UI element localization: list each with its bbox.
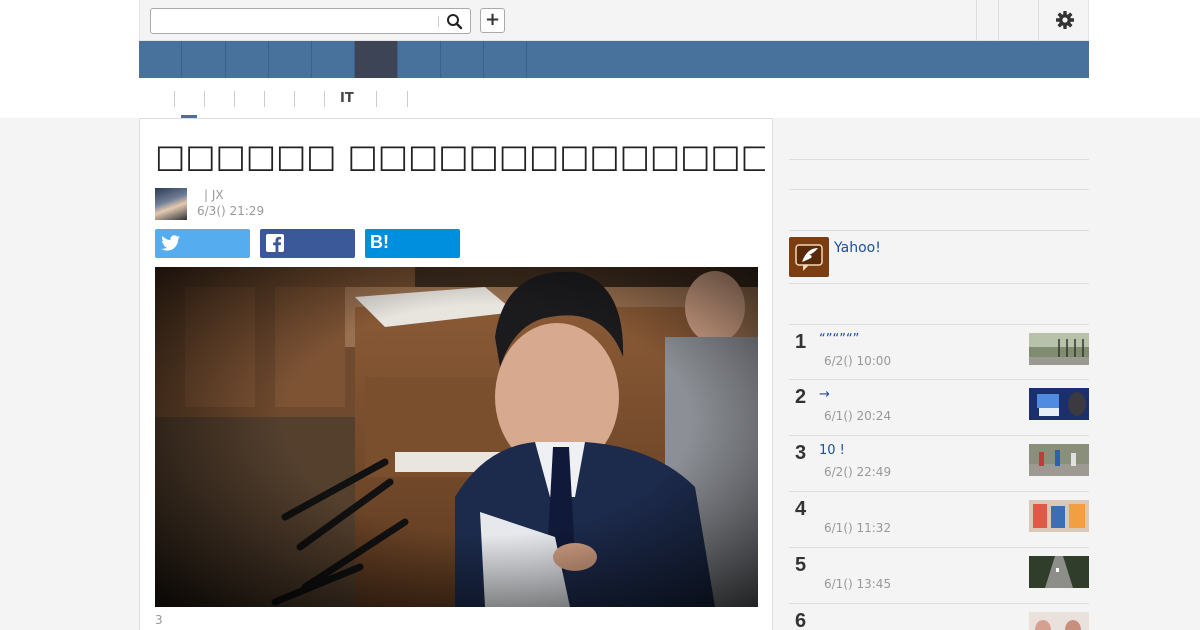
nav-tab[interactable] bbox=[312, 41, 355, 78]
ranking-item[interactable]: 6 bbox=[789, 603, 1089, 630]
nav-tab[interactable] bbox=[398, 41, 441, 78]
article: □□□□□□ □□□□□□□□□□□□□□□□□JX□□□ □□□□□□ | J… bbox=[139, 118, 773, 630]
nav-tab[interactable] bbox=[182, 41, 226, 78]
rank-title[interactable]: → bbox=[819, 387, 830, 402]
subnav-item-it[interactable]: IT bbox=[324, 91, 376, 107]
rank-number: 4 bbox=[795, 498, 807, 520]
twitter-icon bbox=[161, 235, 180, 251]
top-header: + bbox=[139, 0, 1089, 41]
ranking-item[interactable]: 3 10 ! 6/2() 22:49 bbox=[789, 435, 1089, 491]
facebook-icon bbox=[266, 234, 284, 252]
rank-date: 6/2() 10:00 bbox=[824, 354, 892, 368]
hatena-bookmark-icon: B! bbox=[370, 232, 389, 252]
rank-number: 6 bbox=[795, 610, 807, 630]
subnav-item[interactable] bbox=[376, 91, 408, 107]
sub-nav: IT bbox=[139, 78, 1089, 119]
rank-number: 1 bbox=[795, 331, 807, 353]
sidebar-divider bbox=[789, 159, 1089, 160]
header-divider bbox=[976, 0, 977, 41]
subnav-item[interactable] bbox=[264, 91, 294, 107]
search-button[interactable] bbox=[444, 12, 466, 30]
sidebar-divider bbox=[789, 283, 1089, 284]
photo-caption: 3 bbox=[155, 613, 163, 627]
rank-title[interactable]: “”“”“” bbox=[819, 332, 859, 347]
nav-tab[interactable] bbox=[484, 41, 527, 78]
sidebar-divider bbox=[789, 230, 1089, 231]
rank-title[interactable]: 10 ! bbox=[819, 443, 845, 458]
nav-tab[interactable] bbox=[269, 41, 312, 78]
add-button[interactable]: + bbox=[480, 8, 505, 33]
search-input[interactable] bbox=[157, 12, 437, 30]
rank-thumbnail bbox=[1029, 612, 1089, 630]
subnav-item[interactable] bbox=[234, 91, 264, 107]
rank-number: 3 bbox=[795, 442, 807, 464]
subnav-item[interactable] bbox=[294, 91, 324, 107]
rank-thumbnail bbox=[1029, 388, 1089, 420]
search-icon bbox=[447, 14, 463, 30]
nav-tab-active[interactable] bbox=[355, 41, 398, 78]
ranking-item[interactable]: 5 6/1() 13:45 bbox=[789, 547, 1089, 603]
rank-number: 5 bbox=[795, 554, 807, 576]
yahoo-feather-icon[interactable] bbox=[789, 237, 829, 277]
search-box bbox=[150, 8, 471, 34]
rank-date: 6/2() 22:49 bbox=[824, 465, 892, 479]
search-divider bbox=[438, 16, 439, 27]
ranking-item[interactable]: 4 6/1() 11:32 bbox=[789, 491, 1089, 547]
subnav-divider bbox=[407, 91, 408, 107]
article-photo bbox=[155, 267, 758, 607]
yahoo-link[interactable]: Yahoo! bbox=[834, 240, 881, 256]
sidebar: Yahoo! 1 “”“”“” 6/2() 10:00 2 → 6/1() 20… bbox=[789, 118, 1089, 630]
nav-tab[interactable] bbox=[139, 41, 182, 78]
subnav-item[interactable] bbox=[174, 91, 204, 107]
author-avatar[interactable] bbox=[155, 188, 187, 220]
rank-thumbnail bbox=[1029, 333, 1089, 365]
header-divider bbox=[998, 0, 999, 41]
facebook-share-button[interactable] bbox=[260, 229, 355, 258]
nav-tab[interactable] bbox=[441, 41, 484, 78]
rank-thumbnail bbox=[1029, 556, 1089, 588]
rank-date: 6/1() 11:32 bbox=[824, 521, 892, 535]
rank-date: 6/1() 20:24 bbox=[824, 409, 892, 423]
subnav-item[interactable] bbox=[204, 91, 234, 107]
ranking-item[interactable]: 1 “”“”“” 6/2() 10:00 bbox=[789, 324, 1089, 380]
rank-thumbnail bbox=[1029, 500, 1089, 532]
rank-thumbnail bbox=[1029, 444, 1089, 476]
rank-date: 6/1() 13:45 bbox=[824, 577, 892, 591]
header-divider bbox=[1038, 0, 1039, 41]
article-headline: □□□□□□ □□□□□□□□□□□□□□□□□JX□□□ □□□□□□ bbox=[155, 137, 765, 175]
ranking-item[interactable]: 2 → 6/1() 20:24 bbox=[789, 379, 1089, 435]
nav-tab[interactable] bbox=[226, 41, 269, 78]
sidebar-divider bbox=[789, 189, 1089, 190]
twitter-share-button[interactable] bbox=[155, 229, 250, 258]
settings-button[interactable] bbox=[1055, 10, 1075, 30]
hatena-bookmark-button[interactable]: B! bbox=[365, 229, 460, 258]
author-name[interactable]: | JX bbox=[204, 188, 224, 202]
rank-number: 2 bbox=[795, 386, 807, 408]
category-nav bbox=[139, 41, 1089, 78]
article-date: 6/3() 21:29 bbox=[197, 204, 265, 218]
gear-icon bbox=[1056, 11, 1074, 29]
